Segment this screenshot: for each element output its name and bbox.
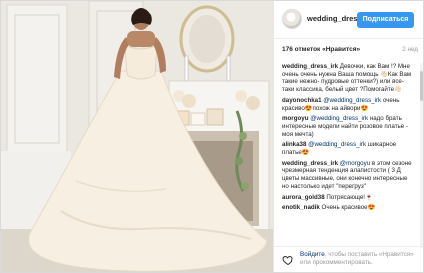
comment-mention[interactable]: @wedding_dress_irk: [310, 115, 368, 122]
comment-mention[interactable]: @wedding_dress_irk: [323, 97, 381, 104]
comment-item: morgoyu @wedding_dress_irk надо брать ин…: [282, 115, 414, 138]
comments-list: wedding_dress_irk Девочки, как Вам !? Мн…: [282, 63, 414, 248]
comment-username[interactable]: dayonochka1: [282, 97, 322, 104]
likes-count[interactable]: 176 отметок «Нравится»: [282, 46, 360, 53]
login-link[interactable]: Войдите: [300, 251, 325, 258]
comment-item: alinka38 @wedding_dress_irk шикарное пла…: [282, 141, 414, 156]
comment-text: Очень красивое😍: [319, 204, 376, 212]
comment-item: enotik_nadik Очень красивое😍: [282, 204, 414, 212]
comments-scrollbar[interactable]: [420, 63, 423, 248]
post-sidebar: wedding_dres... Подписаться 176 отметок …: [273, 1, 423, 272]
comment-mention[interactable]: @morgoyu: [340, 160, 370, 167]
login-prompt: Войдите, чтобы поставить «Нравится» или …: [300, 251, 420, 267]
comment-username[interactable]: alinka38: [282, 141, 306, 148]
comment-mention[interactable]: @wedding_dress_irk: [308, 141, 366, 148]
instagram-post-embed: wedding_dres... Подписаться 176 отметок …: [0, 0, 424, 273]
comment-item: wedding_dress_irk @morgoyu в этом сезоне…: [282, 160, 414, 191]
scrollbar-thumb[interactable]: [420, 71, 423, 101]
comment-item: dayonochka1 @wedding_dress_irk очень кра…: [282, 97, 414, 112]
comment-username[interactable]: enotik_nadik: [282, 204, 320, 211]
likes-row: 176 отметок «Нравится» 2 нед: [282, 46, 418, 56]
wedding-dress-photo: [1, 1, 273, 272]
avatar[interactable]: [282, 9, 302, 29]
post-header: wedding_dres... Подписаться: [274, 1, 423, 39]
post-photo[interactable]: [1, 1, 273, 272]
comment-username[interactable]: aurora_gold38: [282, 194, 325, 201]
comment-username[interactable]: wedding_dress_irk: [282, 160, 338, 167]
heart-icon[interactable]: [282, 254, 294, 266]
comment-username[interactable]: wedding_dress_irk: [282, 63, 338, 70]
follow-button[interactable]: Подписаться: [357, 12, 414, 28]
post-footer: Войдите, чтобы поставить «Нравится» или …: [274, 246, 423, 272]
comment-username[interactable]: morgoyu: [282, 115, 308, 122]
comment-item: aurora_gold38 Потрясающе!🍷: [282, 194, 414, 202]
username-link[interactable]: wedding_dres...: [307, 14, 364, 23]
comment-item: wedding_dress_irk Девочки, как Вам !? Мн…: [282, 63, 414, 94]
comment-text: Потрясающе!🍷: [324, 193, 373, 201]
post-time[interactable]: 2 нед: [402, 46, 418, 53]
